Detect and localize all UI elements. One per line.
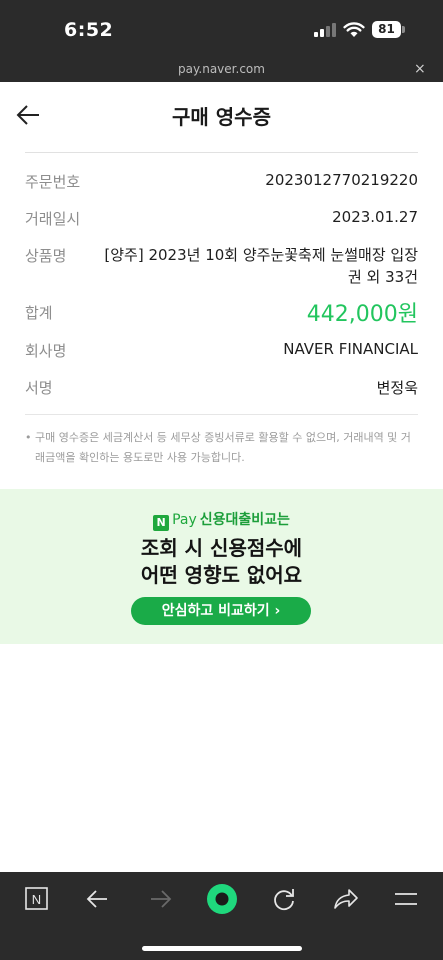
naver-home-icon[interactable]: N: [16, 886, 56, 912]
url-bar: pay.naver.com ×: [0, 58, 443, 82]
page-title: 구매 영수증: [172, 105, 271, 129]
url-text[interactable]: pay.naver.com: [0, 62, 443, 76]
refresh-icon[interactable]: [264, 886, 304, 912]
company-label: 회사명: [25, 342, 67, 360]
banner-headline-line-1: 조회 시 신용점수에: [140, 536, 303, 560]
credit-loan-banner[interactable]: N Pay 신용대출비교는 조회 시 신용점수에 어떤 영향도 없어요 안심하고 비…: [0, 489, 443, 644]
home-indicator: [142, 946, 302, 951]
receipt-notice: • 구매 영수증은 세금계산서 등 세무상 증빙서류로 활용할 수 없으며, 거…: [25, 428, 420, 468]
divider: [25, 152, 418, 153]
total-label: 합계: [25, 304, 53, 322]
naver-n-logo: N: [153, 515, 170, 531]
status-bar: 6:52 81: [0, 0, 443, 58]
cellular-signal-icon: [314, 23, 338, 37]
battery-tip: [402, 26, 405, 33]
battery-icon: 81: [372, 21, 401, 38]
naver-n-label: N: [32, 892, 41, 907]
banner-brand-text: 신용대출비교는: [199, 512, 290, 528]
back-arrow-icon[interactable]: [78, 886, 118, 912]
signature-value: 변정욱: [376, 379, 418, 397]
banner-headline: 조회 시 신용점수에 어떤 영향도 없어요: [0, 535, 443, 589]
close-icon[interactable]: ×: [414, 61, 426, 77]
divider: [25, 414, 418, 415]
company-value: NAVER FINANCIAL: [283, 340, 418, 358]
status-time: 6:52: [64, 19, 114, 41]
notice-text: 구매 영수증은 세금계산서 등 세무상 증빙서류로 활용할 수 없으며, 거래내…: [35, 431, 411, 464]
total-amount: 442,000원: [306, 302, 418, 327]
product-name-label: 상품명: [25, 247, 67, 265]
wifi-icon: [343, 22, 365, 37]
bullet: •: [25, 431, 32, 444]
banner-brand: N Pay 신용대출비교는: [0, 509, 443, 531]
product-name-value: [양주] 2023년 10회 양주눈꽃축제 눈썰매장 입장권 외 33건: [104, 246, 418, 286]
menu-icon[interactable]: [386, 886, 426, 912]
signature-label: 서명: [25, 379, 53, 397]
compare-button[interactable]: 안심하고 비교하기 ›: [131, 597, 311, 625]
order-number-value: 2023012770219220: [265, 171, 418, 189]
green-dot-icon[interactable]: [202, 882, 242, 916]
forward-arrow-icon[interactable]: [140, 886, 180, 912]
pay-text: Pay: [172, 512, 197, 528]
transaction-date-label: 거래일시: [25, 210, 81, 228]
share-icon[interactable]: [326, 886, 366, 912]
banner-headline-line-2: 어떤 영향도 없어요: [140, 563, 303, 587]
order-number-label: 주문번호: [25, 173, 81, 191]
page-header: 구매 영수증: [0, 82, 443, 150]
transaction-date-value: 2023.01.27: [332, 208, 418, 226]
